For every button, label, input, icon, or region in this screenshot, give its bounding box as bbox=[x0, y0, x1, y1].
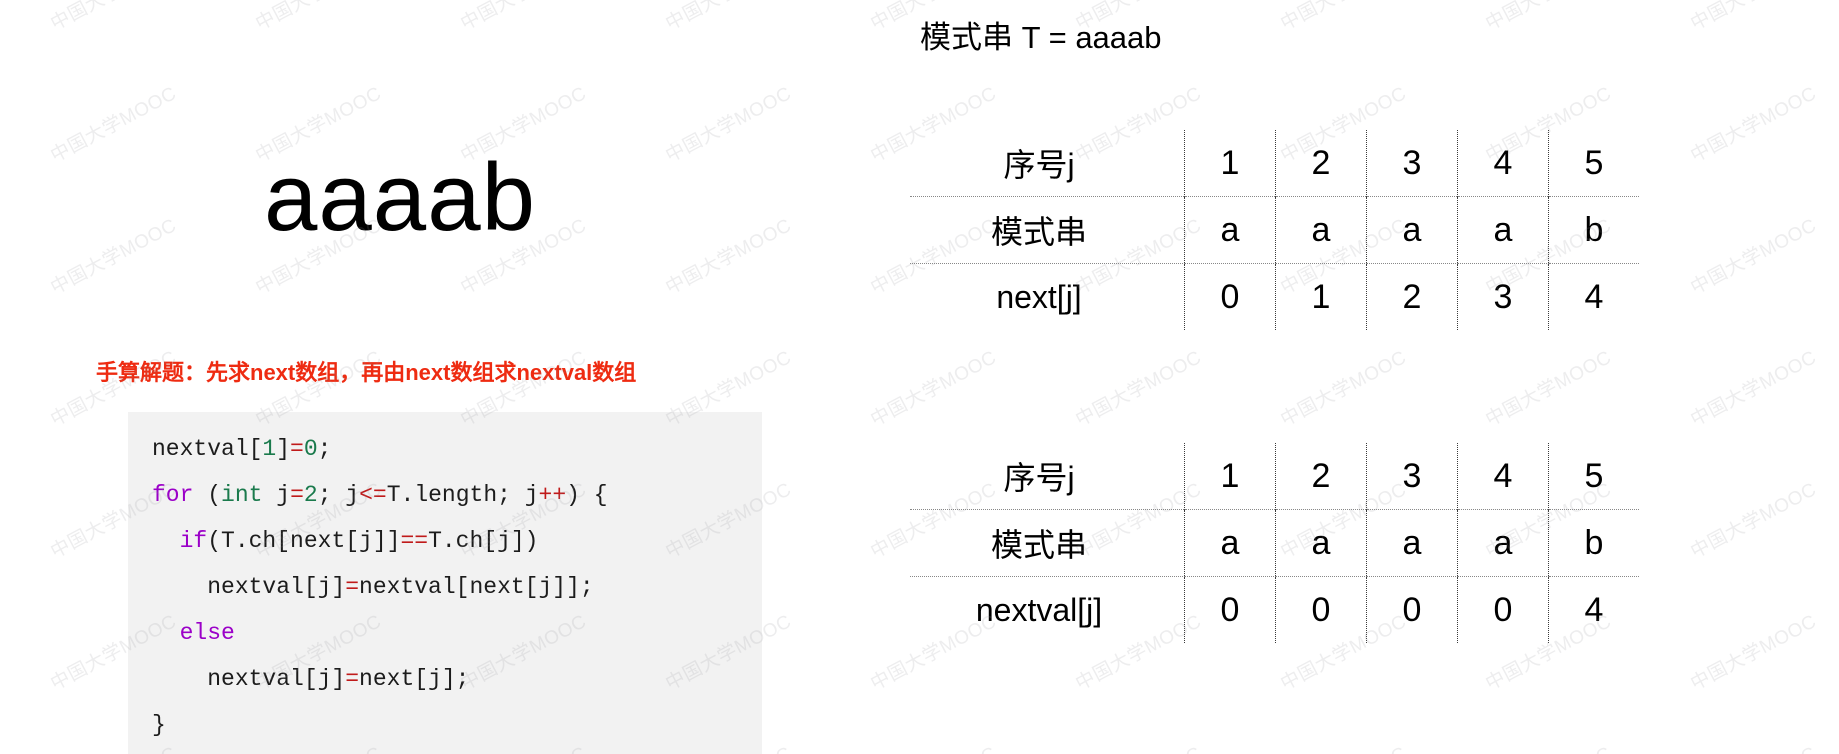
nextval-table-cell: 2 bbox=[1275, 443, 1367, 510]
code-token: j bbox=[262, 482, 291, 508]
code-token: ) { bbox=[566, 482, 608, 508]
code-line: nextval[1]=0; bbox=[128, 426, 762, 472]
next-table-cell: a bbox=[1457, 196, 1549, 264]
code-line: for (int j=2; j<=T.length; j++) { bbox=[128, 472, 762, 518]
code-token: nextval[ bbox=[152, 436, 263, 462]
code-token: ] bbox=[276, 436, 291, 462]
code-token: == bbox=[400, 528, 429, 554]
code-token: 0 bbox=[303, 436, 318, 462]
code-line: else bbox=[128, 610, 762, 656]
code-line: } bbox=[128, 702, 762, 748]
code-token: ( bbox=[193, 482, 222, 508]
code-token: if bbox=[179, 528, 208, 554]
next-table-cell: 4 bbox=[1457, 130, 1549, 197]
next-table-cell: 4 bbox=[1548, 263, 1639, 330]
next-table-cell: 2 bbox=[1275, 130, 1367, 197]
pattern-title: 模式串 T = aaaab bbox=[920, 20, 1162, 55]
next-table-cell: a bbox=[1184, 196, 1276, 264]
code-token: T.length; j bbox=[386, 482, 539, 508]
hand-solve-note: 手算解题：先求next数组，再由next数组求nextval数组 bbox=[96, 360, 637, 385]
next-table-cell: a bbox=[1366, 196, 1458, 264]
code-block: nextval[1]=0; for (int j=2; j<=T.length; … bbox=[128, 412, 762, 754]
code-token: 2 bbox=[303, 482, 318, 508]
next-table-cell: 1 bbox=[1184, 130, 1276, 197]
code-line: nextval[j]=next[j]; bbox=[128, 656, 762, 702]
code-token: ++ bbox=[538, 482, 567, 508]
next-table-cell: 5 bbox=[1548, 130, 1639, 197]
code-token: ; bbox=[317, 436, 332, 462]
code-token: else bbox=[179, 620, 235, 646]
table-row: 序号j 1 2 3 4 5 bbox=[910, 130, 1639, 197]
code-token: nextval[next[j]]; bbox=[359, 574, 594, 600]
next-table-cell: 3 bbox=[1366, 130, 1458, 197]
nextval-array-table: 序号j 1 2 3 4 5 模式串 a a a a b nextval[j] 0 0 0 0 4 bbox=[910, 443, 1639, 643]
next-table-cell: 0 bbox=[1184, 263, 1276, 330]
next-table-cell: 1 bbox=[1275, 263, 1367, 330]
code-token: int bbox=[221, 482, 263, 508]
pattern-string-display: aaaab bbox=[264, 144, 536, 251]
code-token: 1 bbox=[262, 436, 277, 462]
nextval-table-cell: 3 bbox=[1366, 443, 1458, 510]
left-pane: aaaab 手算解题：先求next数组，再由next数组求nextval数组 n… bbox=[0, 0, 800, 754]
table-row: 模式串 a a a a b bbox=[910, 196, 1639, 264]
next-array-table-body: 序号j 1 2 3 4 5 模式串 a a a a b next[j] 0 1 2 3 4 bbox=[910, 130, 1639, 330]
code-token: = bbox=[345, 666, 360, 692]
table-row: 序号j 1 2 3 4 5 bbox=[910, 443, 1639, 510]
code-token: } bbox=[152, 712, 166, 738]
code-token: = bbox=[290, 482, 304, 508]
nextval-table-cell: 5 bbox=[1548, 443, 1639, 510]
nextval-table-cell: a bbox=[1457, 509, 1549, 577]
nextval-table-cell: 1 bbox=[1184, 443, 1276, 510]
code-line: if(T.ch[next[j]]==T.ch[j]) bbox=[128, 518, 762, 564]
code-token: = bbox=[345, 574, 360, 600]
next-table-row-label: 序号j bbox=[1003, 147, 1075, 183]
nextval-table-cell: 0 bbox=[1184, 576, 1276, 643]
table-row: nextval[j] 0 0 0 0 4 bbox=[910, 576, 1639, 643]
next-array-table: 序号j 1 2 3 4 5 模式串 a a a a b next[j] 0 1 2 3 4 bbox=[910, 130, 1639, 330]
nextval-table-cell: a bbox=[1184, 509, 1276, 577]
code-token: (T.ch[next[j]] bbox=[207, 528, 401, 554]
nextval-table-cell: b bbox=[1548, 509, 1639, 577]
code-token: = bbox=[290, 436, 304, 462]
next-table-cell: a bbox=[1275, 196, 1367, 264]
nextval-table-cell: 0 bbox=[1275, 576, 1367, 643]
table-row: 模式串 a a a a b bbox=[910, 509, 1639, 577]
table-row: next[j] 0 1 2 3 4 bbox=[910, 263, 1639, 330]
right-pane: 模式串 T = aaaab 序号j 1 2 3 4 5 模式串 a a a a b next[j] 0 1 2… bbox=[800, 0, 1839, 754]
code-token: nextval[j] bbox=[152, 666, 346, 692]
next-table-cell: b bbox=[1548, 196, 1639, 264]
nextval-table-cell: 4 bbox=[1548, 576, 1639, 643]
next-table-row-label: next[j] bbox=[996, 278, 1082, 315]
nextval-table-cell: a bbox=[1275, 509, 1367, 577]
nextval-array-table-body: 序号j 1 2 3 4 5 模式串 a a a a b nextval[j] 0 0 0 0 4 bbox=[910, 443, 1639, 643]
code-token: T.ch[j]) bbox=[428, 528, 539, 554]
nextval-table-cell: 0 bbox=[1366, 576, 1458, 643]
code-token: next[j]; bbox=[359, 666, 470, 692]
nextval-table-cell: 4 bbox=[1457, 443, 1549, 510]
nextval-table-cell: 0 bbox=[1457, 576, 1549, 643]
next-table-cell: 3 bbox=[1457, 263, 1549, 330]
nextval-table-cell: a bbox=[1366, 509, 1458, 577]
code-token: for bbox=[152, 482, 194, 508]
nextval-table-row-label: 模式串 bbox=[910, 509, 1185, 577]
code-token: ; j bbox=[317, 482, 360, 508]
next-table-row-label: 模式串 bbox=[910, 196, 1185, 264]
nextval-table-row-label: nextval[j] bbox=[975, 591, 1103, 628]
code-token: nextval[j] bbox=[152, 574, 346, 600]
next-table-cell: 2 bbox=[1366, 263, 1458, 330]
code-line: nextval[j]=nextval[next[j]]; bbox=[128, 564, 762, 610]
nextval-table-row-label: 序号j bbox=[1003, 460, 1075, 496]
code-token: <= bbox=[359, 482, 387, 508]
